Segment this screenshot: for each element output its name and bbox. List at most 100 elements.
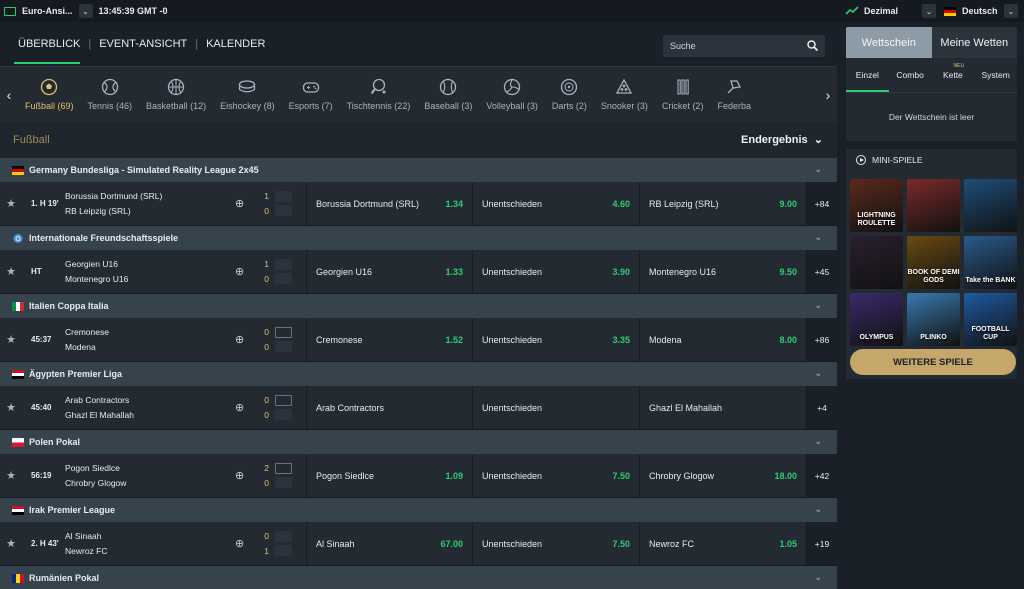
star-icon[interactable]: ★: [0, 197, 22, 210]
sport-item[interactable]: Eishockey (8): [213, 67, 282, 122]
chevron-down-icon[interactable]: ⌄: [814, 436, 822, 447]
odds-home-button[interactable]: Borussia Dortmund (SRL) 1.34: [306, 182, 472, 225]
more-markets-button[interactable]: +4: [806, 386, 837, 429]
tab-calendar[interactable]: KALENDER: [198, 22, 273, 66]
tab-chain[interactable]: Kette NEU: [932, 58, 975, 92]
stats-icon[interactable]: [275, 477, 292, 488]
chevron-down-icon[interactable]: ⌄: [814, 232, 822, 243]
mini-game-tile[interactable]: [850, 236, 903, 289]
stats-icon[interactable]: [275, 409, 292, 420]
tab-system[interactable]: System: [974, 58, 1017, 92]
odds-draw-button[interactable]: Unentschieden 7.50: [472, 522, 639, 565]
stats-icon[interactable]: [275, 205, 292, 216]
match-info[interactable]: ★ HT Georgien U16 Montenegro U16 ⊕ 1 0: [0, 250, 306, 293]
odds-format-selector[interactable]: Dezimal: [864, 6, 922, 16]
mini-game-tile[interactable]: FOOTBALL CUP: [964, 293, 1017, 346]
stats-icon[interactable]: [275, 259, 292, 270]
more-markets-button[interactable]: +84: [806, 182, 837, 225]
star-icon[interactable]: ★: [0, 333, 22, 346]
odds-draw-button[interactable]: Unentschieden 4.60: [472, 182, 639, 225]
chevron-down-icon[interactable]: ⌄: [922, 4, 936, 18]
odds-home-button[interactable]: Al Sinaah 67.00: [306, 522, 472, 565]
tab-my-bets[interactable]: Meine Wetten: [931, 27, 1017, 58]
chevron-down-icon[interactable]: ⌄: [814, 164, 822, 175]
match-info[interactable]: ★ 45:40 Arab Contractors Ghazl El Mahallah ⊕…: [0, 386, 306, 429]
sport-item[interactable]: Volleyball (3): [479, 67, 545, 122]
pitch-icon[interactable]: [275, 463, 292, 474]
odds-away-button[interactable]: Modena 8.00: [639, 318, 806, 361]
chevron-right-icon[interactable]: ›: [819, 67, 837, 122]
region-selector[interactable]: Euro-Ansi...: [22, 6, 73, 16]
odds-away-button[interactable]: Newroz FC 1.05: [639, 522, 806, 565]
more-markets-button[interactable]: +42: [806, 454, 837, 497]
stats-icon[interactable]: [275, 273, 292, 284]
odds-draw-button[interactable]: Unentschieden: [472, 386, 639, 429]
stats-icon[interactable]: [275, 545, 292, 556]
star-icon[interactable]: ★: [0, 469, 22, 482]
pitch-icon[interactable]: [275, 327, 292, 338]
search-input[interactable]: Suche: [663, 35, 825, 57]
league-header[interactable]: Irak Premier League ⌄: [0, 498, 837, 522]
search-icon[interactable]: [807, 40, 818, 51]
tab-single[interactable]: Einzel: [846, 58, 889, 92]
tab-event-view[interactable]: EVENT-ANSICHT: [91, 22, 195, 66]
sport-item[interactable]: Basketball (12): [139, 67, 213, 122]
sport-item[interactable]: Fußball (69): [18, 67, 81, 122]
star-icon[interactable]: ★: [0, 537, 22, 550]
star-icon[interactable]: ★: [0, 401, 22, 414]
mini-game-tile[interactable]: [964, 179, 1017, 232]
odds-away-button[interactable]: Chrobry Glogow 18.00: [639, 454, 806, 497]
league-header[interactable]: Internationale Freundschaftsspiele ⌄: [0, 226, 837, 250]
match-info[interactable]: ★ 2. H 43' Al Sinaah Newroz FC ⊕ 0 1: [0, 522, 306, 565]
odds-home-button[interactable]: Arab Contractors: [306, 386, 472, 429]
tab-combo[interactable]: Combo: [889, 58, 932, 92]
chevron-down-icon[interactable]: ⌄: [78, 4, 93, 18]
add-circle-icon[interactable]: ⊕: [235, 537, 251, 550]
odds-home-button[interactable]: Pogon Siedlce 1.09: [306, 454, 472, 497]
match-info[interactable]: ★ 56:19 Pogon Siedlce Chrobry Glogow ⊕ 2 0: [0, 454, 306, 497]
chevron-down-icon[interactable]: ⌄: [1004, 4, 1018, 18]
chevron-down-icon[interactable]: ⌄: [814, 572, 822, 583]
pitch-icon[interactable]: [275, 395, 292, 406]
star-icon[interactable]: ★: [0, 265, 22, 278]
odds-draw-button[interactable]: Unentschieden 3.35: [472, 318, 639, 361]
league-header[interactable]: Ägypten Premier Liga ⌄: [0, 362, 837, 386]
sport-item[interactable]: Baseball (3): [417, 67, 479, 122]
sport-item[interactable]: Tennis (46): [81, 67, 140, 122]
sport-item[interactable]: Darts (2): [545, 67, 594, 122]
stats-icon[interactable]: [275, 341, 292, 352]
add-circle-icon[interactable]: ⊕: [235, 401, 251, 414]
odds-home-button[interactable]: Cremonese 1.52: [306, 318, 472, 361]
odds-away-button[interactable]: Montenegro U16 9.50: [639, 250, 806, 293]
mini-game-tile[interactable]: BOOK OF DEMI GODS: [907, 236, 960, 289]
market-selector[interactable]: Endergebnis ⌄: [741, 133, 823, 146]
add-circle-icon[interactable]: ⊕: [235, 469, 251, 482]
odds-away-button[interactable]: Ghazl El Mahallah: [639, 386, 806, 429]
language-selector[interactable]: Deutsch: [962, 6, 1004, 16]
mini-game-tile[interactable]: PLINKO: [907, 293, 960, 346]
mini-game-tile[interactable]: Take the BANK: [964, 236, 1017, 289]
league-header[interactable]: Italien Coppa Italia ⌄: [0, 294, 837, 318]
chevron-down-icon[interactable]: ⌄: [814, 504, 822, 515]
sport-item[interactable]: Esports (7): [282, 67, 340, 122]
add-circle-icon[interactable]: ⊕: [235, 333, 251, 346]
mini-game-tile[interactable]: OLYMPUS: [850, 293, 903, 346]
sport-item[interactable]: Snooker (3): [594, 67, 655, 122]
tab-betslip[interactable]: Wettschein: [846, 27, 932, 58]
sport-item[interactable]: Tischtennis (22): [340, 67, 418, 122]
stats-icon[interactable]: [275, 191, 292, 202]
tab-overview[interactable]: ÜBERBLICK: [0, 22, 88, 66]
chevron-down-icon[interactable]: ⌄: [814, 368, 822, 379]
odds-away-button[interactable]: RB Leipzig (SRL) 9.00: [639, 182, 806, 225]
mini-game-tile[interactable]: [907, 179, 960, 232]
stats-icon[interactable]: [275, 531, 292, 542]
odds-draw-button[interactable]: Unentschieden 7.50: [472, 454, 639, 497]
add-circle-icon[interactable]: ⊕: [235, 197, 251, 210]
more-markets-button[interactable]: +19: [806, 522, 837, 565]
league-header[interactable]: Germany Bundesliga - Simulated Reality L…: [0, 158, 837, 182]
add-circle-icon[interactable]: ⊕: [235, 265, 251, 278]
league-header[interactable]: Polen Pokal ⌄: [0, 430, 837, 454]
mini-game-tile[interactable]: LIGHTNING ROULETTE: [850, 179, 903, 232]
match-info[interactable]: ★ 1. H 19' Borussia Dortmund (SRL) RB Leipz…: [0, 182, 306, 225]
league-header[interactable]: Rumänien Pokal ⌄: [0, 566, 837, 589]
